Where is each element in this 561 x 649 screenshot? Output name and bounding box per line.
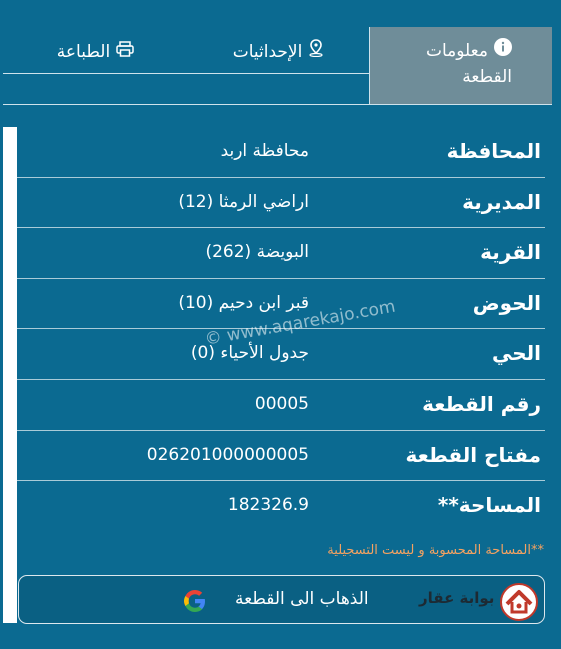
printer-icon (116, 39, 134, 65)
table-row: مفتاح القطعة 026201000000005 (17, 431, 545, 482)
tab-coordinates-label: الإحداثيات (232, 42, 303, 62)
table-row: رقم القطعة 00005 (17, 380, 545, 431)
tab-parcel-info[interactable]: معلومات القطعة (370, 27, 552, 104)
table-row: المحافظة محافظة اربد (17, 127, 545, 178)
map-pin-icon (308, 39, 324, 65)
row-label: القرية (480, 240, 541, 265)
table-row: الحي جدول الأحياء (0) (17, 329, 545, 380)
row-value: قبر ابن دحيم (10) (178, 292, 309, 313)
info-icon (494, 38, 512, 64)
row-label: الحوض (472, 290, 541, 315)
table-row: القرية البويضة (262) (17, 228, 545, 279)
row-value: 182326.9 (227, 495, 309, 516)
tab-divider (3, 73, 370, 74)
tab-print-label: الطباعة (56, 42, 111, 62)
google-icon (182, 588, 208, 614)
row-value: 026201000000005 (146, 444, 309, 465)
row-value: محافظة اربد (220, 141, 309, 161)
row-value: البويضة (262) (205, 242, 309, 263)
row-value: اراضي الرمثا (12) (178, 191, 309, 212)
area-note: **المساحة المحسوبة و ليست التسجيلية (327, 543, 544, 558)
row-label: مفتاح القطعة (405, 442, 542, 467)
table-row: المساحة** 182326.9 (17, 481, 545, 532)
tab-print[interactable]: الطباعة (3, 27, 188, 104)
row-label: المحافظة (446, 139, 541, 163)
row-value: 00005 (254, 393, 309, 414)
tab-coordinates[interactable]: الإحداثيات (188, 27, 370, 104)
row-label: المديرية (462, 189, 541, 214)
table-row: المديرية اراضي الرمثا (12) (17, 178, 545, 229)
go-to-parcel-label: الذهاب الى القطعة (235, 589, 369, 609)
panel-side-bar (3, 127, 17, 623)
go-to-parcel-button[interactable]: الذهاب الى القطعة بوابة عقار (18, 575, 545, 624)
row-label: المساحة** (437, 493, 541, 518)
row-label: رقم القطعة (422, 391, 541, 416)
brand-logo-icon (499, 582, 539, 622)
row-label: الحي (491, 341, 541, 366)
tab-bar: معلومات القطعة الإحداثيات الطباعة (3, 27, 552, 105)
brand-name: بوابة عقار (419, 589, 495, 607)
